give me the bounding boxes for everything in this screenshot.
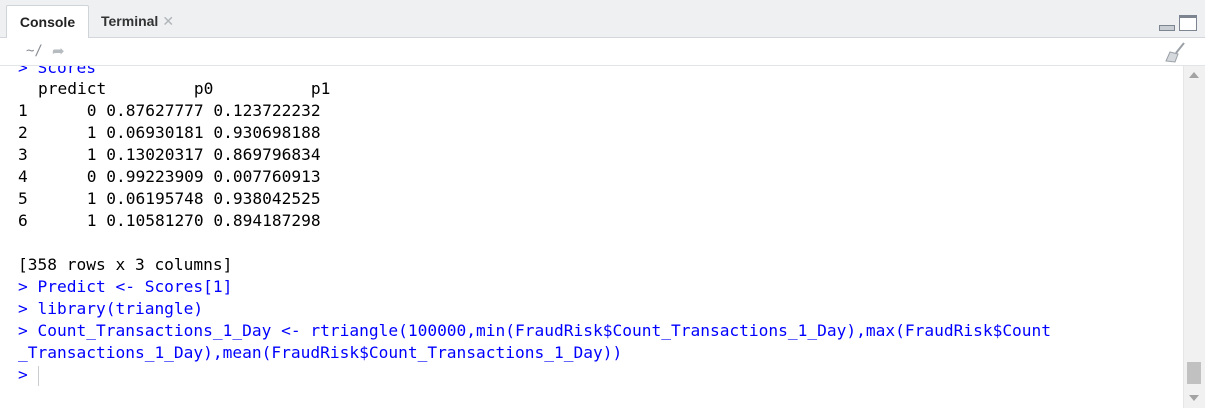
table-summary: [358 rows x 3 columns]	[18, 255, 233, 274]
tab-console-label: Console	[19, 14, 76, 30]
scroll-down-icon[interactable]	[1189, 395, 1199, 401]
maximize-icon[interactable]	[1179, 15, 1197, 31]
row-values: 0 0.87627777 0.123722232	[38, 101, 321, 120]
arrow-icon[interactable]: ➦	[52, 42, 65, 60]
row-index: 6	[18, 211, 28, 230]
broom-icon[interactable]	[1164, 41, 1188, 63]
row-index: 3	[18, 145, 28, 164]
table-header: predict p0 p1	[38, 79, 331, 98]
console-output[interactable]: > Scores predict p0 p1 1 0 0.87627777 0.…	[0, 66, 1183, 408]
console-command-line: > Predict <- Scores[1]	[18, 277, 233, 296]
row-values: 1 0.10581270 0.894187298	[38, 211, 321, 230]
console-toolbar: ~/ ➦	[0, 38, 1205, 66]
console-command-line: > library(triangle)	[18, 299, 204, 318]
row-index: 2	[18, 123, 28, 142]
console-prompt: >	[18, 365, 28, 384]
row-values: 1 0.06195748 0.938042525	[38, 189, 321, 208]
row-index: 1	[18, 101, 28, 120]
tab-terminal[interactable]: Terminal ✕	[89, 5, 186, 38]
scroll-up-icon[interactable]	[1189, 72, 1199, 78]
tab-console[interactable]: Console	[6, 5, 89, 38]
text-cursor[interactable]	[38, 366, 39, 386]
tab-terminal-label: Terminal	[101, 13, 159, 29]
scrollbar-thumb[interactable]	[1187, 362, 1201, 384]
row-values: 1 0.06930181 0.930698188	[38, 123, 321, 142]
working-directory-label[interactable]: ~/	[26, 43, 43, 59]
close-icon[interactable]: ✕	[162, 13, 174, 29]
minimize-icon[interactable]	[1159, 25, 1175, 31]
pane-tab-bar: Console Terminal ✕	[0, 0, 1205, 38]
console-scrollbar[interactable]	[1183, 66, 1205, 408]
row-values: 0 0.99223909 0.007760913	[38, 167, 321, 186]
row-values: 1 0.13020317 0.869796834	[38, 145, 321, 164]
row-index: 4	[18, 167, 28, 186]
row-index: 5	[18, 189, 28, 208]
console-command-line: > Scores	[18, 66, 96, 77]
console-command-continuation: _Transactions_1_Day),mean(FraudRisk$Coun…	[18, 343, 623, 362]
console-command-line: > Count_Transactions_1_Day <- rtriangle(…	[18, 321, 1052, 340]
